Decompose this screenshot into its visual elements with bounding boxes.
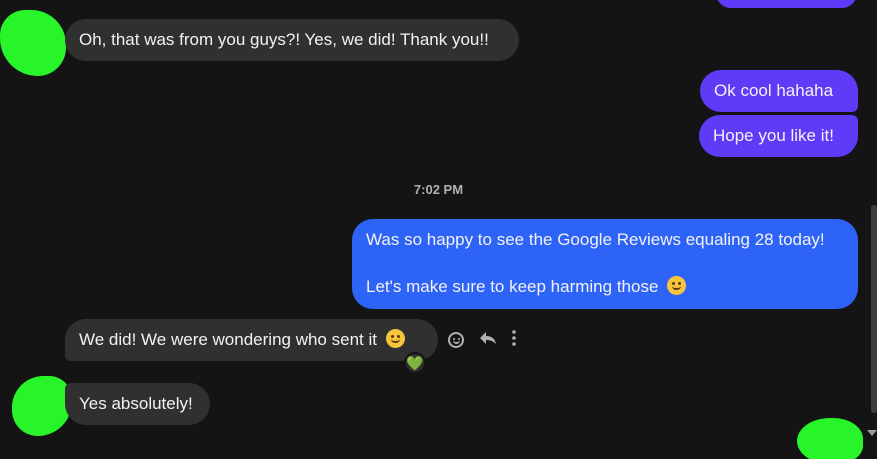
message-text: Oh, that was from you guys?! Yes, we did… bbox=[79, 30, 489, 49]
message-text-line: Let's make sure to keep harming those bbox=[366, 276, 687, 298]
message-text: Ok cool hahaha bbox=[714, 81, 834, 100]
chat-thread: Oh, that was from you guys?! Yes, we did… bbox=[0, 0, 877, 459]
redacted-avatar bbox=[12, 376, 72, 436]
message-timestamp: 7:02 PM bbox=[413, 182, 464, 197]
message-bubble-outgoing[interactable]: Ok cool hahaha bbox=[700, 70, 858, 112]
message-bubble-incoming[interactable]: We did! We were wondering who sent it bbox=[65, 319, 438, 361]
slightly-smiling-face-emoji-icon bbox=[667, 276, 687, 295]
message-bubble-outgoing[interactable]: Hope you like it! bbox=[699, 115, 858, 157]
message-bubble-outgoing-partial[interactable] bbox=[716, 0, 857, 8]
more-options-icon[interactable] bbox=[512, 329, 516, 351]
scrollbar[interactable] bbox=[871, 205, 877, 413]
message-text: Yes absolutely! bbox=[79, 394, 193, 413]
redacted-avatar bbox=[797, 418, 863, 459]
message-actions bbox=[448, 329, 516, 351]
green-heart-reaction-icon[interactable]: 💚 bbox=[404, 352, 426, 374]
message-bubble-outgoing[interactable]: Was so happy to see the Google Reviews e… bbox=[352, 219, 858, 309]
message-bubble-incoming[interactable]: Oh, that was from you guys?! Yes, we did… bbox=[65, 19, 519, 61]
scroll-down-icon[interactable] bbox=[867, 430, 877, 436]
redacted-avatar bbox=[0, 10, 66, 76]
message-text: We did! We were wondering who sent it bbox=[79, 330, 377, 349]
message-text: Let's make sure to keep harming those bbox=[366, 277, 659, 296]
react-icon[interactable] bbox=[448, 332, 464, 348]
message-bubble-incoming[interactable]: Yes absolutely! bbox=[65, 383, 210, 425]
message-text-line: Was so happy to see the Google Reviews e… bbox=[366, 230, 825, 249]
hugging-face-emoji-icon bbox=[385, 329, 405, 348]
reply-icon[interactable] bbox=[478, 329, 498, 351]
message-text: Hope you like it! bbox=[713, 126, 834, 145]
